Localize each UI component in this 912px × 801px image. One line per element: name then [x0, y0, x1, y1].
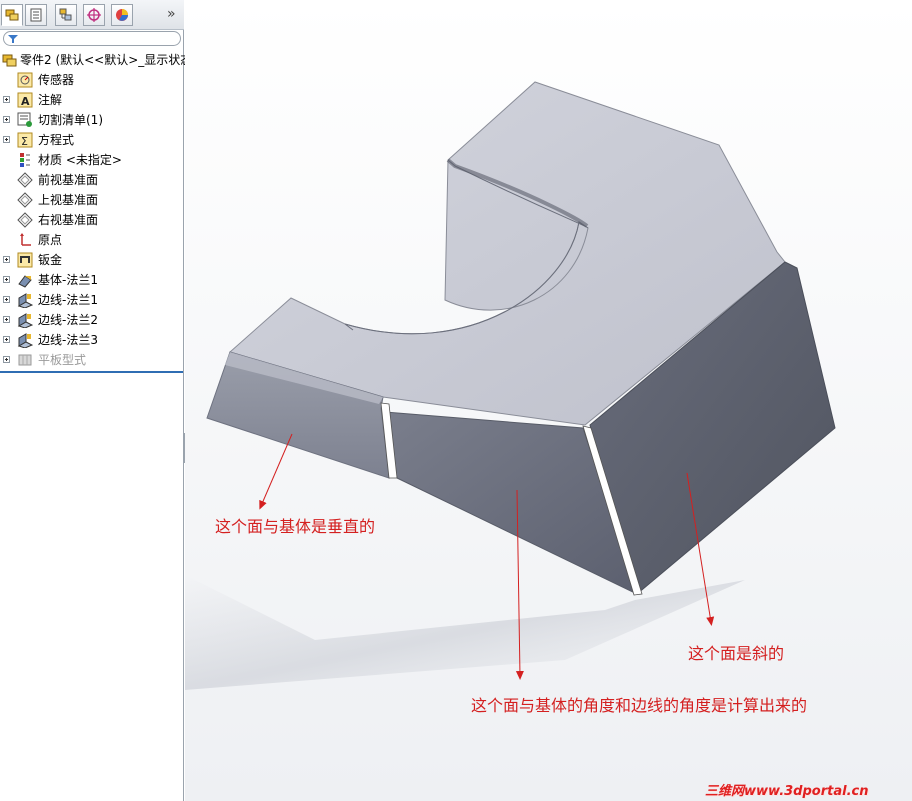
expand-toggle-icon[interactable] — [3, 96, 10, 103]
feature-tree: 零件2 (默认<<默认>_显示状态传感器 A 注解切割清单(1) Σ 方程式材质 <未指… — [0, 50, 192, 370]
tree-item[interactable]: 钣金 — [0, 250, 184, 270]
svg-text:A: A — [21, 95, 30, 108]
tree-item[interactable]: 边线-法兰3 — [0, 330, 184, 350]
tab-property-manager[interactable] — [25, 4, 47, 26]
rollback-bar[interactable] — [0, 371, 183, 373]
annotation-inclined: 这个面是斜的 — [688, 644, 785, 663]
tree-item-label: 方程式 — [38, 133, 75, 147]
tree-item[interactable]: 边线-法兰1 — [0, 290, 184, 310]
tab-feature-manager[interactable] — [1, 4, 23, 26]
origin-icon — [17, 232, 33, 248]
base-flange-icon — [17, 272, 33, 288]
flat-pattern-icon — [17, 352, 33, 368]
expand-panel-icon[interactable]: » — [167, 6, 181, 22]
tree-item[interactable]: 材质 <未指定> — [0, 150, 184, 170]
tree-item-label: 平板型式 — [38, 353, 87, 367]
tree-item-label: 边线-法兰1 — [38, 293, 98, 307]
annotation-icon: A — [17, 92, 33, 108]
svg-text:Σ: Σ — [21, 135, 28, 148]
tree-item[interactable]: A 注解 — [0, 90, 184, 110]
configuration-icon — [59, 8, 72, 21]
tree-item[interactable]: 基体-法兰1 — [0, 270, 184, 290]
material-icon — [17, 152, 33, 168]
property-manager-icon — [30, 8, 42, 22]
tree-item-label: 边线-法兰3 — [38, 333, 98, 347]
tree-item-label: 原点 — [38, 233, 63, 247]
tree-item-label: 右视基准面 — [38, 213, 99, 227]
tree-item-label: 上视基准面 — [38, 193, 99, 207]
plane-icon — [17, 212, 33, 228]
plane-icon — [17, 172, 33, 188]
filter-input[interactable] — [3, 31, 181, 46]
graphics-area[interactable]: 这个面与基体是垂直的 这个面是斜的 这个面与基体的角度和边线的角度是计算出来的 — [185, 0, 912, 801]
plane-icon — [17, 192, 33, 208]
feature-tree-icon — [5, 9, 19, 21]
tree-item[interactable]: 上视基准面 — [0, 190, 184, 210]
sensor-icon — [17, 72, 33, 88]
edge-flange-icon — [17, 292, 34, 309]
sheet-metal-model[interactable] — [185, 0, 912, 801]
tree-item-label: 材质 <未指定> — [38, 153, 122, 167]
tree-item-label: 传感器 — [38, 73, 75, 87]
tree-item[interactable]: 传感器 — [0, 70, 184, 90]
crosshair-icon — [87, 8, 101, 22]
filter-bar — [0, 31, 183, 48]
tree-item[interactable]: Σ 方程式 — [0, 130, 184, 150]
display-manager-icon — [116, 9, 128, 21]
expand-toggle-icon[interactable] — [3, 336, 10, 343]
tree-item[interactable]: 原点 — [0, 230, 184, 250]
tab-configuration-manager[interactable] — [55, 4, 77, 26]
edge-flange-icon — [17, 332, 34, 349]
expand-toggle-icon[interactable] — [3, 316, 10, 323]
tree-item-label: 切割清单(1) — [38, 113, 103, 127]
tree-item-part-root[interactable]: 零件2 (默认<<默认>_显示状态 — [0, 50, 192, 70]
expand-toggle-icon[interactable] — [3, 356, 10, 363]
filter-icon — [8, 35, 18, 43]
expand-toggle-icon[interactable] — [3, 136, 10, 143]
tree-item-label: 前视基准面 — [38, 173, 99, 187]
feature-manager-panel: » 零件2 (默认<<默认>_显示状态传感器 A 注解切割清单(1) Σ 方程式材质 <… — [0, 0, 192, 801]
edge-flange-icon — [17, 312, 34, 329]
tab-display-manager[interactable] — [111, 4, 133, 26]
expand-toggle-icon[interactable] — [3, 116, 10, 123]
tree-item[interactable]: 边线-法兰2 — [0, 310, 184, 330]
tree-item[interactable]: 前视基准面 — [0, 170, 184, 190]
tree-item[interactable]: 右视基准面 — [0, 210, 184, 230]
equation-icon: Σ — [17, 132, 33, 148]
tab-dimxpert-manager[interactable] — [83, 4, 105, 26]
tree-item-label: 基体-法兰1 — [38, 273, 98, 287]
part-icon — [2, 52, 18, 68]
expand-toggle-icon[interactable] — [3, 256, 10, 263]
expand-toggle-icon[interactable] — [3, 276, 10, 283]
tree-item-label: 边线-法兰2 — [38, 313, 98, 327]
expand-toggle-icon[interactable] — [3, 296, 10, 303]
sheet-metal-icon — [17, 252, 33, 268]
tree-item-label: 钣金 — [38, 253, 63, 267]
annotation-computed: 这个面与基体的角度和边线的角度是计算出来的 — [471, 696, 808, 715]
panel-tab-bar: » — [0, 0, 184, 30]
tree-item[interactable]: 平板型式 — [0, 350, 184, 370]
tree-item[interactable]: 切割清单(1) — [0, 110, 184, 130]
tree-item-label: 零件2 (默认<<默认>_显示状态 — [20, 53, 193, 67]
watermark: 三维网www.3dportal.cn — [705, 784, 869, 799]
annotation-perpendicular: 这个面与基体是垂直的 — [215, 517, 376, 536]
cut-list-icon — [17, 112, 33, 128]
tree-item-label: 注解 — [38, 93, 63, 107]
